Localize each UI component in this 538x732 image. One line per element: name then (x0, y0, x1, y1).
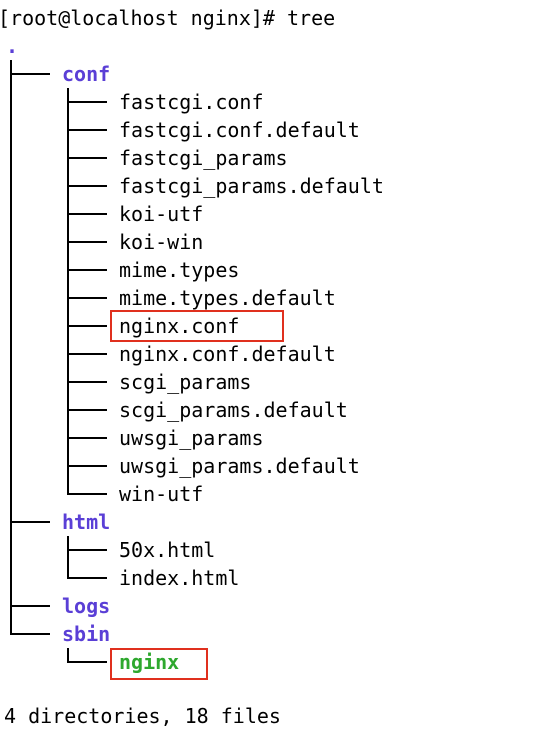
file-name: index.html (119, 566, 240, 590)
tree-branch (67, 213, 107, 215)
tree-branch (67, 577, 107, 579)
tree-branch (67, 157, 107, 159)
tree-root: . (0, 32, 538, 60)
root-dot: . (6, 34, 19, 58)
tree-branch (67, 101, 107, 103)
tree-branch (67, 437, 107, 439)
tree-subtrunk-line (67, 648, 69, 662)
tree-branch (67, 493, 107, 495)
tree-branch (10, 633, 50, 635)
dir-name: html (62, 510, 111, 534)
file-name: nginx.conf.default (119, 342, 336, 366)
command-text: tree (286, 6, 336, 30)
file-name: scgi_params (119, 370, 252, 394)
tree-dir-conf: conf (0, 60, 538, 88)
file-name: mime.types (119, 258, 240, 282)
tree-branch (10, 521, 50, 523)
file-name: uwsgi_params (119, 426, 264, 450)
tree-branch (67, 465, 107, 467)
tree-subtrunk-line (67, 88, 69, 494)
tree-branch (67, 353, 107, 355)
tree-branch (67, 185, 107, 187)
dir-name: conf (62, 62, 111, 86)
tree-branch (67, 661, 107, 663)
highlight-box-nginx-binary (110, 648, 208, 680)
tree-summary: 4 directories, 18 files (4, 704, 281, 728)
tree-dir-sbin: sbin (0, 620, 538, 648)
file-name: uwsgi_params.default (119, 454, 360, 478)
file-name: 50x.html (119, 538, 216, 562)
file-name: fastcgi_params (119, 146, 288, 170)
file-name: win-utf (119, 482, 204, 506)
tree-branch (67, 325, 107, 327)
shell-prompt: [root@localhost nginx]# (0, 6, 287, 30)
highlight-box-nginx-conf (110, 310, 284, 342)
prompt-line: [root@localhost nginx]# tree (0, 4, 538, 32)
tree-branch (67, 297, 107, 299)
tree-dir-html: html (0, 508, 538, 536)
terminal-window: { "terminal": { "prompt": "[root@localho… (0, 0, 538, 732)
tree-branch (67, 269, 107, 271)
dir-name: logs (62, 594, 111, 618)
tree-branch (67, 549, 107, 551)
tree-branch (67, 129, 107, 131)
file-name: fastcgi.conf.default (119, 118, 360, 142)
tree-branch (10, 73, 50, 75)
tree-branch (67, 241, 107, 243)
file-name: scgi_params.default (119, 398, 348, 422)
file-name: fastcgi_params.default (119, 174, 384, 198)
dir-name: sbin (62, 622, 111, 646)
tree-subtrunk-line (67, 536, 69, 578)
tree-dir-logs: logs (0, 592, 538, 620)
tree-branch (10, 605, 50, 607)
file-name: koi-utf (119, 202, 204, 226)
tree-branch (67, 409, 107, 411)
tree-trunk-line (10, 60, 12, 634)
file-name: fastcgi.conf (119, 90, 264, 114)
file-name: mime.types.default (119, 286, 336, 310)
tree-branch (67, 381, 107, 383)
file-name: koi-win (119, 230, 204, 254)
